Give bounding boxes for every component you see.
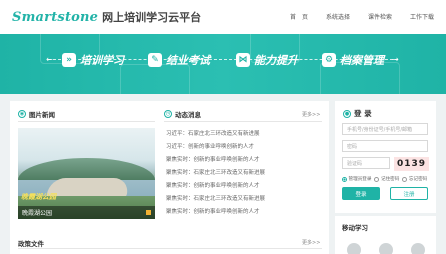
news-item[interactable]: 聚焦实时：石家庄北三环改造又有新进展 <box>166 194 265 202</box>
exam-icon: ✎ <box>148 53 162 67</box>
photo-news-header: ◉ 图片新闻 <box>18 109 55 119</box>
logo-chinese: 网上培训学习云平台 <box>102 11 202 24</box>
divider <box>18 121 155 122</box>
radio-label: 记住密码 <box>380 177 400 182</box>
clock-icon: ◷ <box>164 110 172 118</box>
feature-label: 档案管理 <box>340 54 384 67</box>
policy-more-link[interactable]: 更多>> <box>302 239 320 246</box>
camera-icon: ◉ <box>18 110 26 118</box>
news-item[interactable]: 聚焦实时：创新的事业呼唤创新的人才 <box>166 155 260 163</box>
app-icon[interactable] <box>347 243 361 254</box>
remember-password-radio[interactable]: 记住密码 <box>374 176 399 182</box>
news-title: 动态消息 <box>175 111 201 119</box>
login-title: 登 录 <box>354 109 372 118</box>
news-more-link[interactable]: 更多>> <box>302 111 320 118</box>
news-item[interactable]: 习近平：创新的事业呼唤创新的人才 <box>166 142 254 150</box>
app-icon[interactable] <box>411 243 425 254</box>
radio-label: 管理员登录 <box>348 177 372 182</box>
photo-caption-text: 晚霞湖公园 <box>22 210 53 217</box>
top-header: Smartstone 网上培训学习云平台 首 页 系统选择 课件检索 工作下载 <box>0 0 446 34</box>
nav-system-select[interactable]: 系统选择 <box>326 12 350 21</box>
login-header: ● 登 录 <box>343 108 372 119</box>
radio-icon <box>402 176 408 182</box>
mobile-learning-panel: 移动学习 <box>335 216 436 254</box>
register-button[interactable]: 注册 <box>390 187 428 200</box>
feature-ability[interactable]: ⋈ 能力提升 <box>236 52 298 68</box>
content-panel: ◉ 图片新闻 晚霞湖公园 晚霞湖公园 ◷ 动态消息 更多>> 习近平：石家庄北三… <box>10 101 329 254</box>
banner-deco <box>120 64 190 94</box>
top-nav: 首 页 系统选择 课件检索 工作下载 <box>272 12 434 21</box>
policy-title: 政策文件 <box>18 240 44 248</box>
site-logo[interactable]: Smartstone 网上培训学习云平台 <box>12 9 201 25</box>
photo-overlay-text: 晚霞湖公园 <box>21 193 56 201</box>
photo-news-title: 图片新闻 <box>29 111 55 119</box>
radio-label: 忘记密码 <box>408 177 428 182</box>
news-item[interactable]: 聚焦实时：石家庄北三环改造又有新进展 <box>166 168 265 176</box>
radio-icon <box>342 176 347 182</box>
feature-exam[interactable]: ✎ 结业考试 <box>148 52 210 68</box>
nav-course-search[interactable]: 课件检索 <box>368 12 392 21</box>
photo-shore <box>46 178 130 198</box>
user-icon: ● <box>343 109 351 118</box>
news-header: ◷ 动态消息 <box>164 109 201 119</box>
login-options: 管理员登录 记住密码 忘记密码 <box>342 176 427 182</box>
feature-label: 能力提升 <box>254 54 298 67</box>
mobile-learning-title: 移动学习 <box>342 224 368 232</box>
logo-english: Smartstone <box>12 10 99 25</box>
login-panel: ● 登 录 手机号/身份证号/手机号/邮箱 密码 验证码 0139 管理员登录 … <box>335 101 436 213</box>
archive-icon: ⚙ <box>322 53 336 67</box>
forgot-password-radio[interactable]: 忘记密码 <box>402 176 427 182</box>
photo-caption: 晚霞湖公园 <box>18 206 155 219</box>
radio-icon <box>374 176 380 182</box>
photo-trees <box>18 158 155 180</box>
share-icon: ⋈ <box>236 53 250 67</box>
news-item[interactable]: 聚焦实时：创新的事业呼唤创新的人才 <box>166 181 260 189</box>
divider <box>164 121 322 122</box>
password-field[interactable]: 密码 <box>342 140 428 152</box>
news-item[interactable]: 聚焦实时：创新的事业呼唤创新的人才 <box>166 207 260 215</box>
photo-news-image[interactable]: 晚霞湖公园 晚霞湖公园 <box>18 128 155 219</box>
nav-downloads[interactable]: 工作下载 <box>410 12 434 21</box>
feature-label: 培训学习 <box>80 54 124 67</box>
login-button[interactable]: 登录 <box>342 187 380 200</box>
news-item[interactable]: 习近平：石家庄北三环改造又有新进展 <box>166 129 260 137</box>
admin-login-radio[interactable]: 管理员登录 <box>342 176 371 182</box>
username-field[interactable]: 手机号/身份证号/手机号/邮箱 <box>342 123 428 135</box>
arrow-right-icon: → <box>392 55 399 64</box>
feature-training[interactable]: » 培训学习 <box>62 52 124 68</box>
divider <box>18 248 322 249</box>
feature-label: 结业考试 <box>166 54 210 67</box>
captcha-image[interactable]: 0139 <box>394 157 429 171</box>
slide-indicator[interactable] <box>146 210 151 215</box>
captcha-field[interactable]: 验证码 <box>342 157 390 169</box>
hero-banner: ← → » 培训学习 ✎ 结业考试 ⋈ 能力提升 ⚙ 档案管理 <box>0 34 446 94</box>
book-icon: » <box>62 53 76 67</box>
nav-home[interactable]: 首 页 <box>290 12 308 21</box>
app-icon[interactable] <box>379 243 393 254</box>
feature-archive[interactable]: ⚙ 档案管理 <box>322 52 384 68</box>
